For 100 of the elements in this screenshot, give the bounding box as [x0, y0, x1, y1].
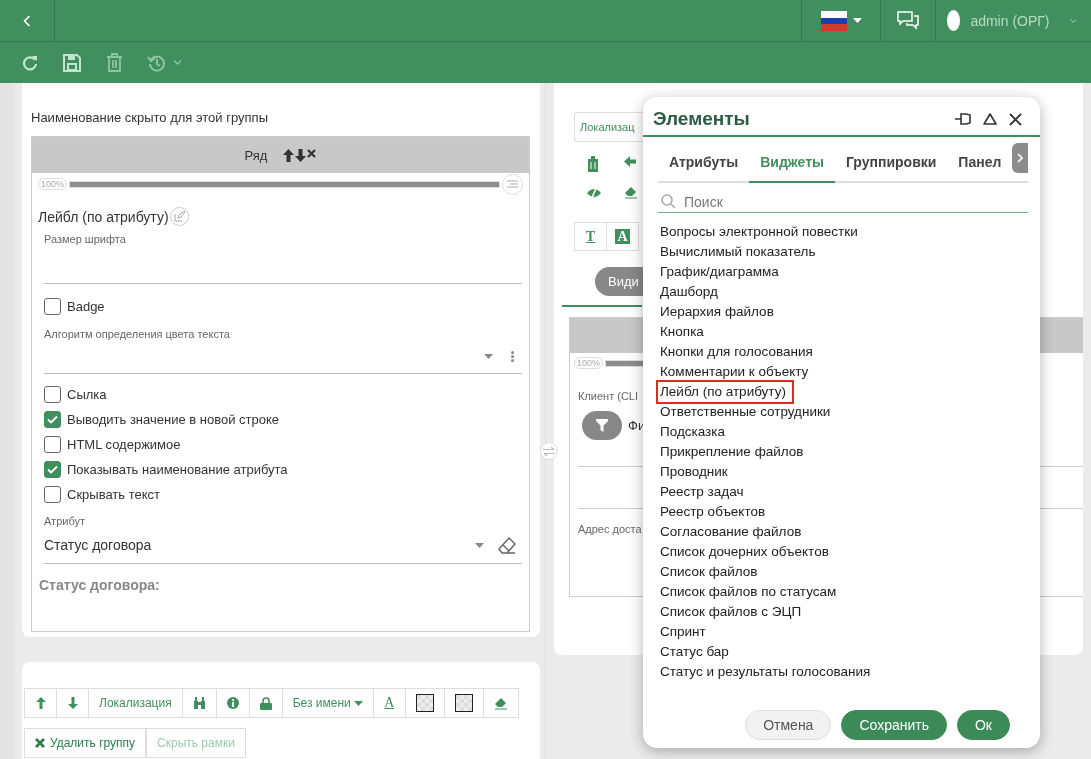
checkbox-label: Выводить значение в новой строке: [67, 412, 280, 427]
pencil-icon: [173, 211, 185, 222]
border-button[interactable]: [443, 688, 484, 718]
width-slider[interactable]: [606, 360, 645, 366]
swap-icon: [543, 446, 555, 456]
width-slider[interactable]: [70, 181, 499, 187]
close-icon: [1009, 112, 1022, 126]
caret-icon: [484, 354, 493, 359]
collapse-button[interactable]: [983, 113, 997, 125]
close-button[interactable]: [1009, 112, 1022, 126]
check-icon: [47, 465, 58, 474]
arrow-down-icon: [67, 697, 78, 709]
lines-icon: [507, 180, 518, 188]
cross-icon: [35, 738, 45, 748]
search-field[interactable]: Поиск: [684, 193, 1028, 210]
localization-button[interactable]: Локализация: [88, 688, 183, 718]
width-reading: 100%: [574, 357, 604, 369]
check-icon: [47, 415, 58, 424]
checkbox[interactable]: [44, 461, 61, 478]
eraser-icon: [493, 696, 508, 710]
widget-title: Лейбл (по атрибуту): [38, 208, 169, 225]
trash-icon: [106, 53, 123, 72]
attribute-select[interactable]: Атрибут Статус договора: [44, 515, 522, 564]
avatar-icon: [947, 10, 961, 31]
checkbox[interactable]: [44, 411, 61, 428]
chevron-right-icon: [1017, 153, 1024, 163]
info-button[interactable]: [215, 688, 250, 718]
refresh-button[interactable]: [22, 54, 38, 71]
attribute-preview: Статус договора:: [39, 577, 161, 593]
checkbox[interactable]: [44, 486, 61, 503]
eraser-icon: [498, 536, 516, 554]
pin-icon: [955, 112, 971, 126]
color-algorithm-select[interactable]: Алгоритм определения цвета текста: [44, 328, 522, 374]
filter-button[interactable]: [582, 411, 622, 440]
chevron-down-icon: [173, 60, 182, 65]
name-dropdown[interactable]: Без имени: [281, 688, 374, 718]
checkbox[interactable]: [44, 298, 61, 315]
text-style-button[interactable]: T: [574, 222, 607, 251]
arrow-up-icon: [35, 697, 46, 709]
close-icon: [307, 148, 317, 158]
checkbox-label: Скрывать текст: [67, 487, 161, 502]
caret-icon: [475, 542, 484, 548]
caret-icon: [852, 18, 862, 23]
checkbox[interactable]: [44, 436, 61, 453]
list-handle[interactable]: [502, 173, 523, 195]
eye-slash-icon: [586, 186, 602, 200]
splitter-handle[interactable]: [540, 442, 558, 460]
width-reading: 100%: [38, 178, 68, 190]
widget-list-item[interactable]: Лейбл (по атрибуту): [656, 380, 794, 404]
save-button[interactable]: [62, 52, 82, 73]
text-color-button[interactable]: A: [372, 688, 406, 718]
triangle-icon: [983, 113, 997, 125]
field-value: Статус договора: [44, 537, 152, 553]
dialog-tab[interactable]: Группировки: [834, 143, 948, 183]
dialog-button[interactable]: Сохранить: [841, 710, 947, 740]
trash-icon: [586, 156, 600, 172]
arrow-down-icon: [295, 148, 307, 162]
group-caption: Наименование скрыто для этой группы: [31, 110, 269, 125]
group-action-button[interactable]: Удалить группу: [24, 728, 147, 758]
eraser-icon: [624, 186, 638, 199]
checkbox-label: Сылка: [67, 387, 107, 402]
lock-button[interactable]: [248, 688, 283, 718]
move-down-button[interactable]: [56, 688, 89, 718]
dialog-tab[interactable]: Атрибуты: [658, 143, 750, 183]
field-label: Алгоритм определения цвета текста: [44, 328, 231, 340]
localization-button[interactable]: Локализац: [574, 112, 644, 142]
binoculars-button[interactable]: [181, 688, 217, 718]
checkbox-label: Badge: [67, 299, 105, 314]
dialog-title: Элементы: [653, 108, 751, 130]
field-label: Адрес доста: [578, 523, 642, 535]
chevron-down-icon: [1069, 17, 1076, 24]
field-label: Атрибут: [44, 515, 86, 527]
checkbox[interactable]: [44, 386, 61, 403]
binoculars-icon: [192, 697, 206, 709]
field-label: Клиент (CLI: [578, 390, 639, 402]
dialog-tab[interactable]: Панел: [947, 143, 1013, 183]
move-up-button[interactable]: [24, 688, 57, 718]
more-icon: [511, 351, 514, 362]
filter-icon: [596, 419, 608, 432]
refresh-icon: [22, 54, 38, 71]
scroll-tabs-button[interactable]: [1012, 143, 1029, 173]
checkerboard-icon: [415, 694, 434, 712]
chevron-left-icon: [23, 14, 31, 27]
pin-button[interactable]: [955, 112, 971, 126]
lock-icon: [259, 696, 272, 710]
checkbox-label: HTML содержимое: [67, 437, 181, 452]
arrow-up-icon: [283, 148, 295, 162]
view-tab[interactable]: Види: [595, 267, 645, 296]
row-title: Ряд: [244, 147, 268, 163]
info-icon: [226, 697, 239, 709]
dialog-button[interactable]: Отмена: [745, 710, 832, 740]
dialog-button[interactable]: Ок: [957, 710, 1010, 740]
text-background-button[interactable]: A: [606, 222, 639, 251]
checkbox-label: Показывать наименование атрибута: [67, 462, 288, 477]
clear-button[interactable]: [482, 688, 519, 718]
search-icon: [661, 194, 676, 209]
dialog-tab[interactable]: Виджеты: [749, 143, 835, 183]
field-label: Размер шрифта: [44, 233, 127, 245]
delete-button[interactable]: [106, 53, 123, 72]
arrow-left-icon: [624, 156, 636, 167]
